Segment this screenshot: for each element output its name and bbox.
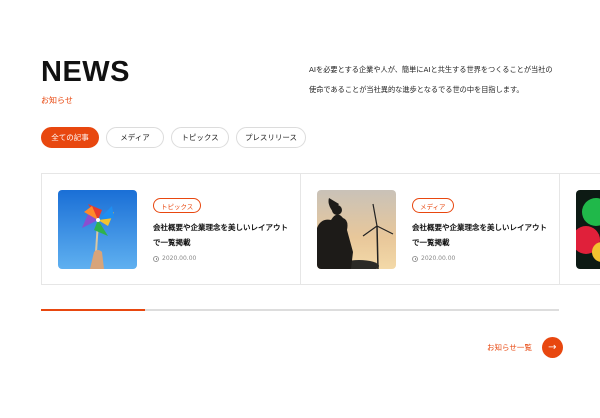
news-card[interactable]: メディア 会社概要や企業理念を美しいレイアウトで一覧掲載 2020.00.00 [301, 174, 560, 284]
news-list-label[interactable]: お知らせ一覧 [487, 342, 532, 353]
page-title: NEWS [41, 56, 130, 88]
filter-press-release[interactable]: プレスリリース [236, 127, 306, 148]
filter-media[interactable]: メディア [106, 127, 164, 148]
card-title[interactable]: 会社概要や企業理念を美しいレイアウトで一覧掲載 [153, 220, 293, 250]
card-date-text: 2020.00.00 [162, 255, 197, 262]
clock-icon [153, 255, 159, 262]
filter-all[interactable]: 全ての記事 [41, 127, 99, 148]
news-slider[interactable]: トピックス 会社概要や企業理念を美しいレイアウトで一覧掲載 2020.00.00 [41, 173, 600, 285]
arrow-right-icon[interactable]: → [541, 337, 563, 358]
card-tag[interactable]: メディア [412, 198, 454, 213]
news-list-link[interactable]: お知らせ一覧 → [487, 337, 563, 358]
colorful-partial-photo[interactable] [576, 190, 600, 269]
news-card[interactable]: トピックス 会社概要や企業理念を美しいレイアウトで一覧掲載 2020.00.00 [42, 174, 301, 284]
slider-progress [41, 309, 559, 311]
category-filters: 全ての記事 メディア トピックス プレスリリース [41, 127, 306, 148]
card-tag[interactable]: トピックス [153, 198, 202, 213]
page-subtitle: お知らせ [41, 96, 73, 105]
pinwheel-photo[interactable] [58, 190, 137, 269]
card-date-text: 2020.00.00 [421, 255, 456, 262]
lead-text: AIを必要とする企業や人が、簡単にAIと共生する世界をつくることが当社の使命であ… [309, 65, 553, 94]
filter-topics[interactable]: トピックス [171, 127, 229, 148]
card-title[interactable]: 会社概要や企業理念を美しいレイアウトで一覧掲載 [412, 220, 552, 250]
news-card[interactable] [560, 174, 600, 284]
slider-progress-fill [41, 309, 145, 311]
clock-icon [412, 255, 418, 262]
card-date: 2020.00.00 [412, 255, 455, 262]
wind-turbine-silhouette-photo[interactable] [317, 190, 396, 269]
card-date: 2020.00.00 [153, 255, 196, 262]
